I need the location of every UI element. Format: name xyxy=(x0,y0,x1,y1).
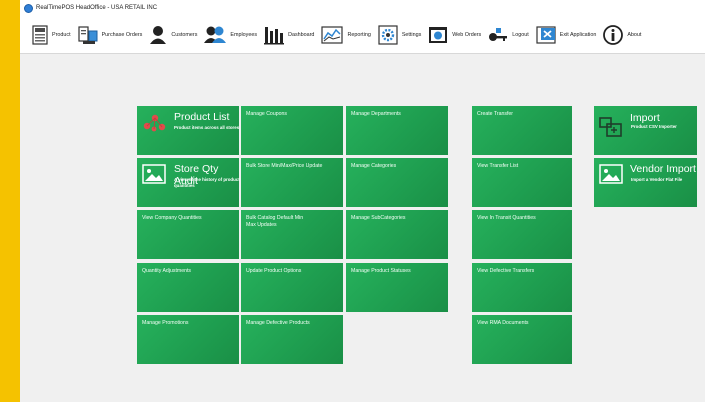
toolbar-purchase-orders-button[interactable]: Purchase Orders xyxy=(77,25,143,45)
title-bar: RealTimePOS HeadOffice - USA RETAIL INC xyxy=(20,0,705,16)
product-list-title: Product List xyxy=(174,111,230,123)
view-defective-transfers-label: View Defective Transfers xyxy=(477,268,535,274)
import-icon xyxy=(599,116,623,143)
tile-manage-categories[interactable]: Manage Categories xyxy=(346,158,448,207)
window-title: RealTimePOS HeadOffice - USA RETAIL INC xyxy=(36,5,158,11)
bulk-catalog-label: Bulk Catalog Default Min Max Updates xyxy=(246,215,304,228)
toolbar-reporting-label: Reporting xyxy=(347,31,371,38)
update-product-options-label: Update Product Options xyxy=(246,268,302,274)
app-window: RealTimePOS HeadOffice - USA RETAIL INC … xyxy=(20,0,705,402)
toolbar-logout-button[interactable]: Logout xyxy=(488,27,529,43)
main-toolbar: Product Purchase Orders Customers Employ… xyxy=(20,16,705,54)
tile-vendor-import[interactable]: Vendor Import Import a Vendor Flat File xyxy=(594,158,697,207)
toolbar-about-button[interactable]: About xyxy=(603,24,642,45)
tile-store-qty-audit[interactable]: Store Qty Audit A view of the history of… xyxy=(137,158,240,207)
key-icon xyxy=(488,27,508,43)
reporting-icon xyxy=(321,25,344,45)
toolbar-reporting-button[interactable]: Reporting xyxy=(321,25,371,45)
tile-create-transfer[interactable]: Create Transfer xyxy=(472,106,572,155)
left-accent-stripe xyxy=(0,0,20,402)
tile-view-company-quantities[interactable]: View Company Quantities xyxy=(137,210,239,259)
image-icon xyxy=(599,164,623,189)
tile-manage-defective-products[interactable]: Manage Defective Products xyxy=(241,315,343,364)
vendor-import-title: Vendor Import xyxy=(630,163,696,175)
view-rma-documents-label: View RMA Documents xyxy=(477,320,529,326)
tile-import[interactable]: Import Product CSV Importer xyxy=(594,106,697,155)
manage-categories-label: Manage Categories xyxy=(351,163,397,169)
dashboard-icon xyxy=(264,25,285,45)
info-icon xyxy=(603,24,624,45)
toolbar-dashboard-button[interactable]: Dashboard xyxy=(264,25,314,45)
toolbar-web-orders-button[interactable]: Web Orders xyxy=(428,26,481,44)
tile-view-in-transit[interactable]: View In Transit Quantities xyxy=(472,210,572,259)
quantity-adjustments-label: Quantity Adjustments xyxy=(142,268,192,274)
toolbar-customers-button[interactable]: Customers xyxy=(149,25,197,45)
settings-icon xyxy=(378,24,398,45)
import-subtitle: Product CSV Importer xyxy=(631,124,677,129)
tile-update-product-options[interactable]: Update Product Options xyxy=(241,263,343,312)
manage-subcategories-label: Manage SubCategories xyxy=(351,215,406,221)
toolbar-settings-button[interactable]: Settings xyxy=(378,24,422,45)
toolbar-about-label: About xyxy=(627,31,642,38)
toolbar-product-label: Product xyxy=(52,31,71,38)
tile-manage-promotions[interactable]: Manage Promotions xyxy=(137,315,239,364)
tile-quantity-adjustments[interactable]: Quantity Adjustments xyxy=(137,263,239,312)
tile-view-transfer-list[interactable]: View Transfer List xyxy=(472,158,572,207)
manage-defective-products-label: Manage Defective Products xyxy=(246,320,310,326)
tile-manage-coupons[interactable]: Manage Coupons xyxy=(241,106,343,155)
tile-bulk-store-minmax[interactable]: Bulk Store Min/Max/Price Update xyxy=(241,158,343,207)
app-icon xyxy=(24,3,33,13)
web-orders-icon xyxy=(428,26,448,44)
tile-view-defective-transfers[interactable]: View Defective Transfers xyxy=(472,263,572,312)
view-transfer-list-label: View Transfer List xyxy=(477,163,519,169)
product-list-subtitle: Product items across all stores xyxy=(174,125,240,130)
toolbar-exit-application-label: Exit Application xyxy=(559,31,597,38)
toolbar-exit-application-button[interactable]: Exit Application xyxy=(536,25,597,44)
toolbar-customers-label: Customers xyxy=(171,31,198,38)
store-qty-audit-subtitle: A view of the history of product quantit… xyxy=(174,177,240,188)
tile-view-rma-documents[interactable]: View RMA Documents xyxy=(472,315,572,364)
toolbar-web-orders-label: Web Orders xyxy=(452,31,482,38)
create-transfer-label: Create Transfer xyxy=(477,111,514,117)
view-company-quantities-label: View Company Quantities xyxy=(142,215,202,221)
import-title: Import xyxy=(630,112,660,124)
tile-manage-product-statuses[interactable]: Manage Product Statuses xyxy=(346,263,448,312)
purchase-orders-icon xyxy=(77,25,98,45)
toolbar-dashboard-label: Dashboard xyxy=(288,31,315,38)
manage-coupons-label: Manage Coupons xyxy=(246,111,287,117)
view-in-transit-label: View In Transit Quantities xyxy=(477,215,536,221)
tile-product-list[interactable]: Product List Product items across all st… xyxy=(137,106,239,155)
manage-departments-label: Manage Departments xyxy=(351,111,401,117)
toolbar-logout-label: Logout xyxy=(512,31,529,38)
toolbar-product-button[interactable]: Product xyxy=(32,24,71,45)
employees-icon xyxy=(204,25,227,45)
customers-icon xyxy=(149,25,167,45)
cash-register-icon xyxy=(32,24,48,45)
tile-manage-departments[interactable]: Manage Departments xyxy=(346,106,448,155)
manage-promotions-label: Manage Promotions xyxy=(142,320,189,326)
image-icon xyxy=(142,164,166,189)
tile-bulk-catalog[interactable]: Bulk Catalog Default Min Max Updates xyxy=(241,210,343,259)
vendor-import-subtitle: Import a Vendor Flat File xyxy=(631,177,683,182)
toolbar-employees-label: Employees xyxy=(230,31,258,38)
product-list-icon xyxy=(142,112,168,139)
manage-product-statuses-label: Manage Product Statuses xyxy=(351,268,411,274)
bulk-store-minmax-label: Bulk Store Min/Max/Price Update xyxy=(246,163,323,169)
toolbar-settings-label: Settings xyxy=(401,31,422,38)
toolbar-purchase-orders-label: Purchase Orders xyxy=(101,31,143,38)
toolbar-employees-button[interactable]: Employees xyxy=(204,25,257,45)
tile-manage-subcategories[interactable]: Manage SubCategories xyxy=(346,210,448,259)
exit-icon xyxy=(536,25,556,44)
